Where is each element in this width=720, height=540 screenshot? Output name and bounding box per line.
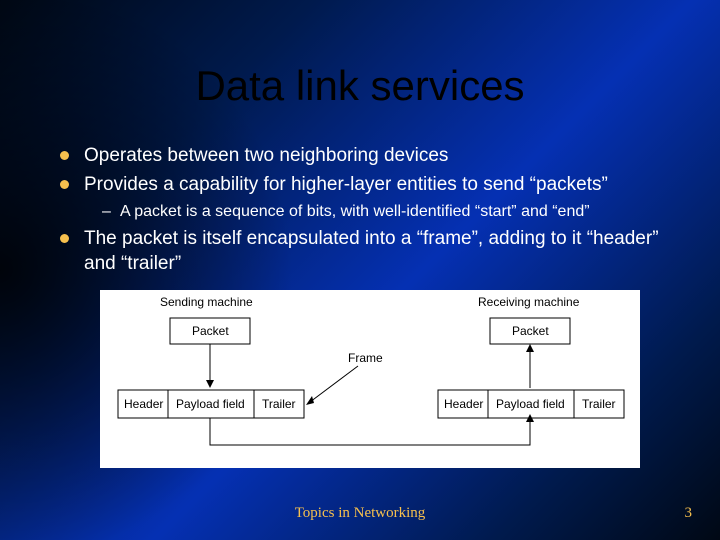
slide-title: Data link services <box>0 62 720 110</box>
trailer-right: Trailer <box>582 397 616 411</box>
footer-text: Topics in Networking <box>0 505 720 522</box>
bullet-text: Provides a capability for higher-layer e… <box>84 174 608 195</box>
sub-bullet-item: A packet is a sequence of bits, with wel… <box>102 201 680 223</box>
trailer-left: Trailer <box>262 397 296 411</box>
slide: Data link services Operates between two … <box>0 0 720 540</box>
slide-content: Operates between two neighboring devices… <box>60 140 680 280</box>
receiving-label: Receiving machine <box>478 295 580 309</box>
packet-text-right: Packet <box>512 324 549 338</box>
header-right: Header <box>444 397 483 411</box>
frame-diagram: Sending machine Receiving machine Packet… <box>100 290 640 468</box>
sending-label: Sending machine <box>160 295 253 309</box>
bullet-item: Operates between two neighboring devices <box>60 144 680 169</box>
bullet-item: The packet is itself encapsulated into a… <box>60 227 680 276</box>
packet-text-left: Packet <box>192 324 229 338</box>
header-left: Header <box>124 397 163 411</box>
payload-left: Payload field <box>176 397 245 411</box>
payload-right: Payload field <box>496 397 565 411</box>
bullet-item: Provides a capability for higher-layer e… <box>60 173 680 223</box>
page-number: 3 <box>685 505 693 522</box>
frame-label: Frame <box>348 351 383 365</box>
